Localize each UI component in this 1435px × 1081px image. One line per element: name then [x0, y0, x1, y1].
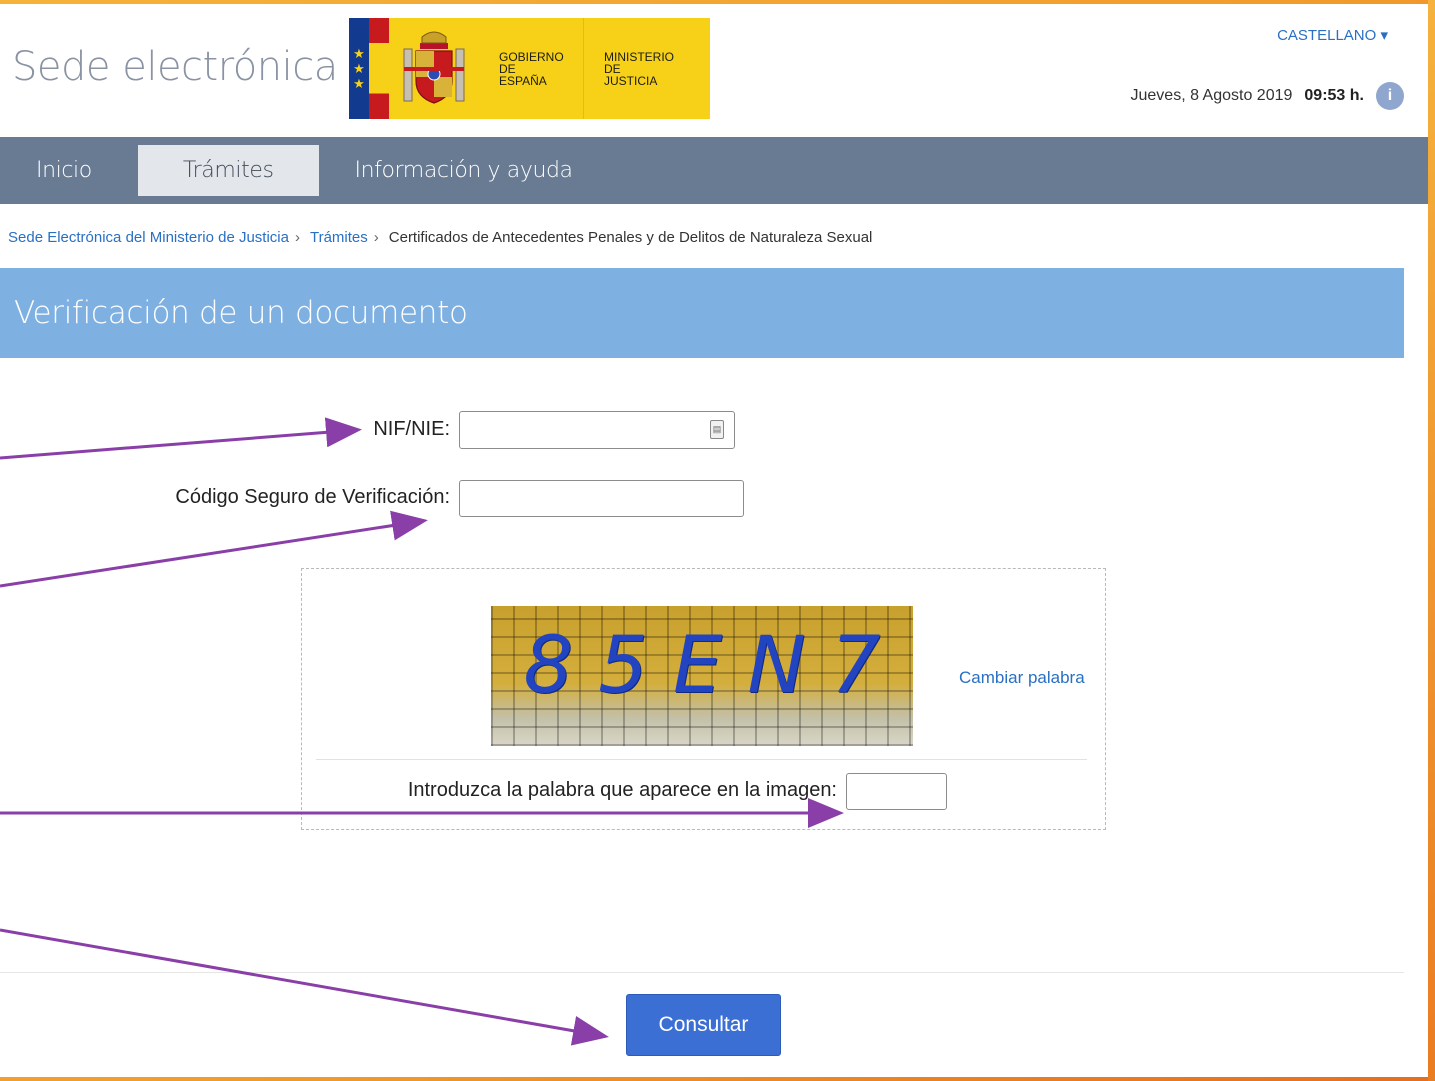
- decorative-edge: [1428, 0, 1435, 1081]
- breadcrumb: Sede Electrónica del Ministerio de Justi…: [8, 229, 872, 246]
- flag-strip: ★ ★ ★: [349, 18, 389, 119]
- captcha-panel: 8 5 E N 7 Cambiar palabra Introduzca la …: [301, 568, 1106, 830]
- breadcrumb-separator: ›: [294, 229, 300, 246]
- nav-item-informacion-ayuda[interactable]: Información y ayuda: [319, 137, 609, 204]
- eu-flag-icon: ★ ★ ★: [349, 18, 369, 119]
- page-frame: Sede electrónica ★ ★ ★ Gobierno de España …: [0, 4, 1428, 1077]
- site-title: Sede electrónica: [12, 44, 338, 90]
- ministry-text: Ministerio de Justicia: [604, 49, 675, 88]
- language-selector[interactable]: CASTELLANO ▾: [1277, 26, 1388, 44]
- change-captcha-link[interactable]: Cambiar palabra: [959, 668, 1085, 688]
- breadcrumb-link-tramites[interactable]: Trámites: [310, 229, 368, 246]
- captcha-char: 7: [830, 621, 881, 711]
- captcha-char: 5: [598, 621, 648, 711]
- captcha-prompt: Introduzca la palabra que aparece en la …: [407, 779, 837, 801]
- breadcrumb-link-sede[interactable]: Sede Electrónica del Ministerio de Justi…: [8, 229, 289, 246]
- nav-item-tramites[interactable]: Trámites: [137, 145, 319, 196]
- id-card-icon[interactable]: ▤: [710, 420, 724, 439]
- captcha-divider: [316, 759, 1087, 760]
- date-text: Jueves, 8 Agosto 2019: [1130, 87, 1293, 104]
- nif-input[interactable]: [459, 411, 735, 449]
- footer-divider: [0, 972, 1404, 973]
- page-banner: Verificación de un documento: [0, 268, 1404, 358]
- captcha-char: N: [747, 621, 806, 711]
- csv-label: Código Seguro de Verificación:: [175, 486, 450, 508]
- main-nav: Inicio Trámites Información y ayuda: [0, 137, 1428, 204]
- captcha-image: 8 5 E N 7: [491, 606, 913, 746]
- captcha-char: E: [672, 621, 723, 711]
- government-logo: ★ ★ ★ Gobierno de España Ministerio de Jus…: [349, 18, 710, 119]
- nav-item-inicio[interactable]: Inicio: [0, 137, 128, 204]
- date-time: Jueves, 8 Agosto 2019 09:53 h. i: [1130, 82, 1404, 110]
- csv-input[interactable]: [459, 480, 744, 517]
- coat-of-arms-icon: [389, 18, 479, 119]
- info-icon[interactable]: i: [1376, 82, 1404, 110]
- captcha-char: 8: [523, 621, 574, 711]
- time-text: 09:53 h.: [1304, 87, 1364, 104]
- gov-text: Gobierno de España: [499, 49, 564, 88]
- breadcrumb-current: Certificados de Antecedentes Penales y d…: [388, 229, 873, 246]
- page-title: Verificación de un documento: [14, 295, 468, 331]
- captcha-input[interactable]: [846, 773, 947, 810]
- nif-label: NIF/NIE:: [373, 418, 450, 440]
- consultar-button[interactable]: Consultar: [626, 994, 781, 1056]
- breadcrumb-separator: ›: [373, 229, 379, 246]
- spain-flag-icon: [369, 18, 389, 119]
